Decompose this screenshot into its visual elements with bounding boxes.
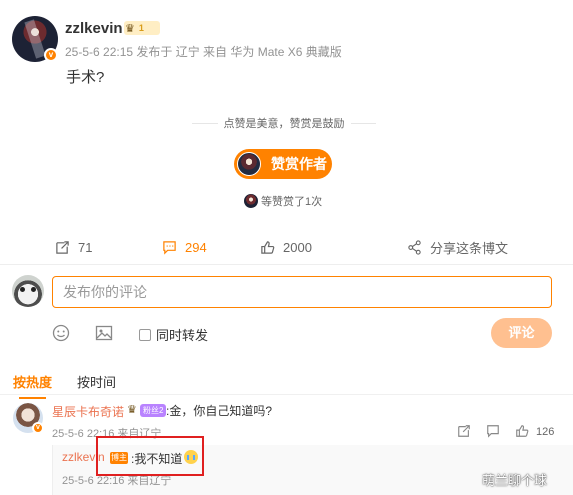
member-level: 1 <box>138 23 144 33</box>
highlight-box <box>96 436 204 476</box>
verified-icon: v <box>32 422 44 434</box>
comment-count: 294 <box>185 239 207 255</box>
verified-icon: v <box>44 48 58 62</box>
post-text: 手术? <box>66 69 105 86</box>
post-meta: 25-5-6 22:15 发布于 辽宁 来自 华为 Mate X6 典藏版 <box>65 45 342 59</box>
share-icon <box>408 239 421 255</box>
comment-forward-icon[interactable] <box>457 424 471 438</box>
share-label: 分享这条博文 <box>430 240 509 256</box>
comment-input[interactable] <box>52 276 552 308</box>
like-button[interactable]: 2000 <box>260 236 312 258</box>
member-badge[interactable]: ♛ 1 <box>124 21 160 35</box>
tab-sort-hot[interactable]: 按热度 <box>13 372 52 399</box>
rewarder-avatar <box>244 194 258 208</box>
reward-slogan: 点赞是美意，赞赏是鼓励 <box>186 116 382 130</box>
emoji-icon[interactable] <box>52 324 70 342</box>
commenter-username[interactable]: 星辰卡布奇诺 <box>52 403 124 420</box>
comment-like-icon[interactable] <box>515 424 529 438</box>
like-count: 2000 <box>283 239 312 255</box>
forward-icon <box>56 240 69 254</box>
thumbs-up-icon <box>261 240 275 254</box>
comment-button[interactable]: 294 <box>162 236 207 258</box>
reward-count[interactable]: 等赞赏了1次 <box>244 193 322 209</box>
watermark: 萌兰聊个球 <box>482 473 548 488</box>
comment-text: :金，你自己知道吗? <box>166 404 273 418</box>
crown-icon: ♛ <box>127 404 137 416</box>
submit-comment-button[interactable]: 评论 <box>491 318 552 348</box>
forward-button[interactable]: 71 <box>55 236 92 258</box>
reward-author-button[interactable]: 赞赏作者 <box>234 149 332 179</box>
reward-count-text: 等赞赏了1次 <box>261 196 323 208</box>
comment-like-count: 126 <box>536 426 555 438</box>
forward-count: 71 <box>78 239 93 255</box>
repost-checkbox[interactable]: 同时转发 <box>139 325 208 344</box>
share-button[interactable]: 分享这条博文 <box>407 236 508 258</box>
author-avatar-icon <box>237 152 261 176</box>
post-actions: 71 294 2000 分享这条博文 <box>0 236 573 258</box>
author-username[interactable]: zzlkevin <box>65 20 123 37</box>
comment-reply-icon[interactable] <box>486 424 500 438</box>
comment-icon <box>163 240 176 255</box>
divider <box>0 264 573 265</box>
crown-icon: ♛ <box>125 22 135 35</box>
fan-badge[interactable]: 粉丝2 <box>140 404 167 417</box>
repost-label: 同时转发 <box>156 328 209 343</box>
tab-sort-time[interactable]: 按时间 <box>77 372 116 391</box>
reward-button-label: 赞赏作者 <box>271 156 327 172</box>
image-icon[interactable] <box>95 324 113 342</box>
checkbox-icon <box>139 328 151 341</box>
divider <box>0 394 573 395</box>
my-avatar[interactable] <box>12 275 44 307</box>
